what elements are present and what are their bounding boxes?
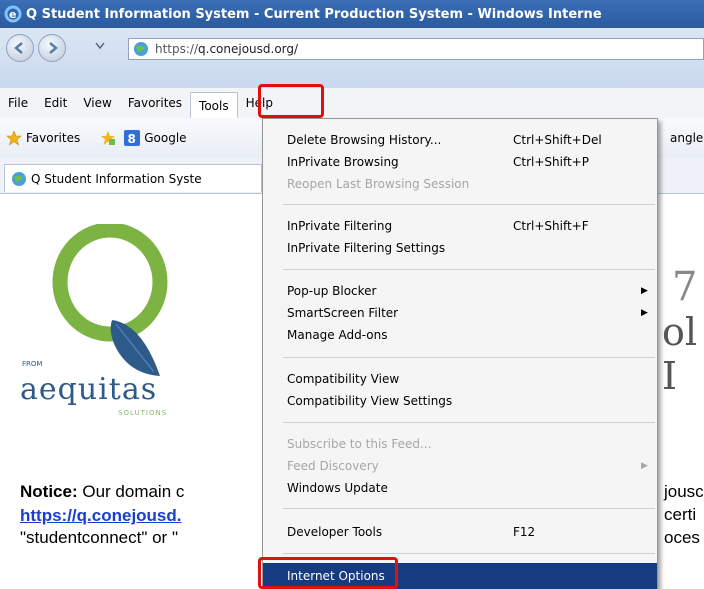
favorites-bar-item-fragment[interactable]: angle ▾ bbox=[670, 131, 704, 145]
address-url: https://q.conejousd.org/ bbox=[155, 42, 299, 56]
menu-item-feed-discovery: Feed Discovery ▶ bbox=[287, 459, 648, 473]
q-logo-icon bbox=[52, 224, 168, 376]
notice-fragment-right-3: oces bbox=[664, 528, 700, 547]
background-heading-fragment-1: 7 bbox=[672, 264, 698, 310]
menu-view[interactable]: View bbox=[75, 88, 119, 118]
menu-edit[interactable]: Edit bbox=[36, 88, 75, 118]
menu-item-smartscreen-filter[interactable]: SmartScreen Filter ▶ bbox=[263, 302, 657, 324]
internet-options-callout-box bbox=[258, 557, 398, 589]
menu-item-inprivate-filtering[interactable]: InPrivate Filtering Ctrl+Shift+F bbox=[263, 215, 657, 237]
menu-item-windows-update[interactable]: Windows Update bbox=[263, 477, 657, 499]
notice-line-1: Notice: Our domain c bbox=[20, 482, 185, 501]
menu-separator bbox=[283, 269, 655, 270]
add-favorite-icon bbox=[101, 131, 116, 145]
menu-item-popup-blocker[interactable]: Pop-up Blocker ▶ bbox=[263, 280, 657, 302]
navigation-bar: https://q.conejousd.org/ bbox=[0, 28, 704, 88]
favorites-star-icon bbox=[6, 130, 22, 146]
ie-logo-icon: e bbox=[4, 5, 22, 23]
menu-item-manage-add-ons[interactable]: Manage Add-ons bbox=[263, 324, 657, 346]
back-button[interactable] bbox=[6, 34, 34, 62]
add-favorites-button[interactable] bbox=[100, 130, 120, 146]
aequitas-logo-text: aequitas bbox=[20, 372, 158, 407]
menu-item-compatibility-view[interactable]: Compatibility View bbox=[263, 368, 657, 390]
recent-pages-dropdown-icon[interactable] bbox=[95, 42, 105, 50]
menu-separator bbox=[283, 508, 655, 509]
window-title: Q Student Information System - Current P… bbox=[26, 6, 602, 22]
address-field[interactable]: https://q.conejousd.org/ bbox=[128, 38, 704, 60]
tab-q-student-information[interactable]: Q Student Information Syste bbox=[4, 164, 262, 192]
menu-separator bbox=[283, 553, 655, 554]
google-icon: 8 bbox=[124, 130, 141, 146]
menu-separator bbox=[283, 204, 655, 205]
menu-item-inprivate-filtering-settings[interactable]: InPrivate Filtering Settings bbox=[263, 237, 657, 259]
logo-from-text: FROM bbox=[22, 360, 43, 368]
menu-item-developer-tools[interactable]: Developer Tools F12 bbox=[263, 521, 657, 543]
notice-line-3: "studentconnect" or " bbox=[20, 528, 178, 547]
menu-bar: File Edit View Favorites Tools Help bbox=[0, 88, 704, 119]
notice-link[interactable]: https://q.conejousd. bbox=[20, 506, 182, 526]
forward-arrow-icon bbox=[49, 42, 58, 54]
menu-separator bbox=[283, 422, 655, 423]
title-bar: e Q Student Information System - Current… bbox=[0, 0, 704, 28]
menu-item-compatibility-view-settings[interactable]: Compatibility View Settings bbox=[263, 390, 657, 412]
svg-text:e: e bbox=[9, 8, 16, 21]
menu-item-inprivate-browsing[interactable]: InPrivate Browsing Ctrl+Shift+P bbox=[263, 151, 657, 173]
site-globe-icon bbox=[134, 42, 148, 56]
menu-item-delete-browsing-history[interactable]: Delete Browsing History... Ctrl+Shift+De… bbox=[263, 129, 657, 151]
notice-fragment-right-2: certi bbox=[664, 505, 697, 524]
notice-fragment-right-1: jousc bbox=[664, 482, 704, 501]
background-heading-fragment-2: ol I bbox=[662, 310, 698, 398]
menu-file[interactable]: File bbox=[0, 88, 36, 118]
tools-menu: Delete Browsing History... Ctrl+Shift+De… bbox=[262, 118, 658, 589]
menu-favorites[interactable]: Favorites bbox=[120, 88, 190, 118]
logo-solutions-text: SOLUTIONS bbox=[118, 409, 168, 417]
tools-callout-box bbox=[258, 84, 324, 118]
favorites-button[interactable]: Favorites bbox=[6, 130, 80, 146]
back-arrow-icon bbox=[14, 42, 23, 54]
tab-globe-icon bbox=[12, 171, 26, 186]
svg-text:8: 8 bbox=[128, 132, 136, 146]
google-favorite-link[interactable]: 8 Google bbox=[124, 130, 187, 146]
menu-item-subscribe-to-feed: Subscribe to this Feed... bbox=[287, 437, 432, 451]
menu-tools[interactable]: Tools bbox=[190, 91, 238, 119]
submenu-arrow-icon: ▶ bbox=[641, 286, 648, 296]
menu-item-reopen-last-session: Reopen Last Browsing Session bbox=[287, 177, 470, 191]
submenu-arrow-icon: ▶ bbox=[641, 461, 648, 471]
forward-button[interactable] bbox=[38, 34, 66, 62]
menu-separator bbox=[283, 357, 655, 358]
submenu-arrow-icon: ▶ bbox=[641, 308, 648, 318]
